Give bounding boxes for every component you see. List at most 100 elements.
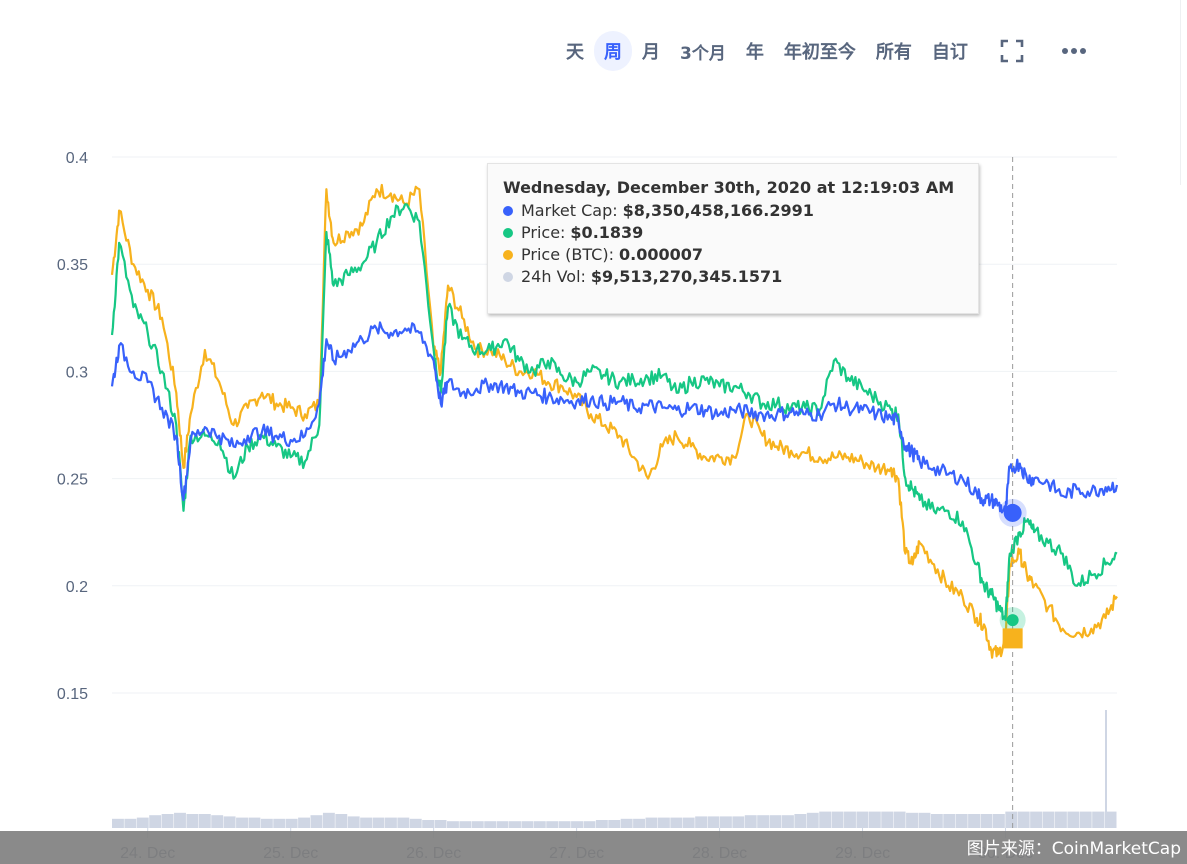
volume-bar [1017, 811, 1030, 828]
volume-bar [409, 818, 422, 828]
volume-bar [719, 816, 732, 828]
volume-bar [608, 820, 621, 828]
volume-bar [397, 817, 410, 828]
tooltip-row-market-cap: Market Cap: $8,350,458,166.2991 [503, 200, 963, 222]
volume-bar [533, 821, 546, 828]
volume-bar [484, 821, 497, 828]
volume-bar [459, 821, 472, 828]
page-edge [1180, 0, 1187, 185]
volume-bar [310, 815, 323, 828]
volume-bar [211, 815, 224, 828]
volume-bar [236, 817, 248, 828]
volume-bars [112, 710, 1117, 828]
tooltip-label: Price: [521, 223, 566, 242]
volume-bar [806, 812, 819, 828]
volume-bar [186, 814, 199, 828]
volume-bar [670, 817, 683, 828]
y-tick-label: 0.35 [57, 257, 88, 274]
y-tick-label: 0.15 [57, 686, 88, 703]
price-dot-icon [503, 228, 513, 238]
volume-bar [509, 821, 521, 828]
volume-bar [571, 821, 583, 828]
volume-bar [434, 820, 447, 828]
y-tick-label: 0.25 [57, 472, 88, 489]
y-tick-label: 0.4 [66, 150, 88, 167]
volume-bar [906, 812, 918, 828]
volume-bar [496, 821, 509, 828]
volume-bar [856, 811, 869, 828]
volume-bar [645, 817, 658, 828]
volume-bar [782, 815, 794, 828]
volume-bar [1005, 811, 1018, 828]
tooltip-row-price-btc: Price (BTC): 0.000007 [503, 244, 963, 266]
volume-bar [198, 814, 211, 828]
volume-bar [732, 816, 745, 828]
volume-bar [918, 812, 931, 828]
volume-bar [968, 814, 981, 828]
hover-crosshair [998, 157, 1027, 828]
volume-bar [298, 817, 311, 828]
tooltip-row-volume: 24h Vol: $9,513,270,345.1571 [503, 266, 963, 288]
chart-tooltip: Wednesday, December 30th, 2020 at 12:19:… [487, 163, 979, 314]
volume-bar [471, 821, 484, 828]
volume-bar [273, 818, 286, 828]
y-tick-label: 0.3 [66, 364, 88, 381]
volume-bar [844, 811, 856, 828]
volume-bar [1030, 811, 1043, 828]
tooltip-title: Wednesday, December 30th, 2020 at 12:19:… [503, 178, 955, 197]
volume-bar [893, 811, 906, 828]
volume-bar [992, 814, 1005, 828]
volume-bar [707, 816, 720, 828]
volume-bar [955, 814, 968, 828]
tooltip-label: Price (BTC): [521, 245, 614, 264]
tooltip-value: 0.000007 [618, 245, 703, 264]
volume-bar [1067, 811, 1080, 828]
volume-bar [633, 818, 646, 828]
volume-bar [831, 811, 844, 828]
volume-bar [260, 818, 273, 828]
volume-bar [149, 815, 162, 828]
price-chart[interactable]: 0.40.350.30.250.20.15 24. Dec25. Dec26. … [0, 0, 1187, 864]
volume-bar [595, 820, 608, 828]
tooltip-value: $0.1839 [570, 223, 644, 242]
volume-bar [174, 812, 186, 828]
volume-bar [980, 814, 993, 828]
volume-bar [868, 811, 881, 828]
volume-bar [322, 812, 335, 828]
volume-bar [1042, 811, 1055, 828]
tooltip-label: Market Cap: [521, 201, 618, 220]
market-cap-marker [1003, 503, 1022, 522]
volume-bar [695, 816, 708, 828]
volume-bar [769, 815, 782, 828]
volume-bar [546, 821, 559, 828]
price-btc-dot-icon [503, 250, 513, 260]
price-marker [1006, 614, 1019, 627]
volume-bar [223, 816, 236, 828]
volume-bar [372, 817, 385, 828]
volume-bar [136, 817, 149, 828]
volume-bar [285, 818, 298, 828]
volume-bar [682, 817, 695, 828]
y-axis-labels: 0.4 0.35 0.3 0.25 0.2 0.15 [57, 150, 88, 703]
tooltip-value: $8,350,458,166.2991 [622, 201, 814, 220]
y-tick-label: 0.2 [66, 579, 88, 596]
volume-bar [620, 818, 633, 828]
volume-bar [422, 820, 435, 828]
volume-bar [124, 818, 137, 828]
volume-bar [384, 817, 397, 828]
volume-bar [521, 821, 534, 828]
volume-bar [943, 814, 956, 828]
volume-bar [1079, 811, 1092, 828]
volume-bar [447, 821, 459, 828]
volume-bar [558, 821, 571, 828]
volume-bar [757, 815, 770, 828]
tooltip-label: 24h Vol: [521, 267, 586, 286]
volume-bar [819, 811, 832, 828]
volume-dot-icon [503, 272, 513, 282]
tooltip-row-price: Price: $0.1839 [503, 222, 963, 244]
volume-bar [583, 821, 596, 828]
volume-bar [794, 814, 807, 828]
volume-bar [930, 814, 943, 828]
market-cap-dot-icon [503, 206, 513, 216]
series-line [110, 321, 1119, 514]
